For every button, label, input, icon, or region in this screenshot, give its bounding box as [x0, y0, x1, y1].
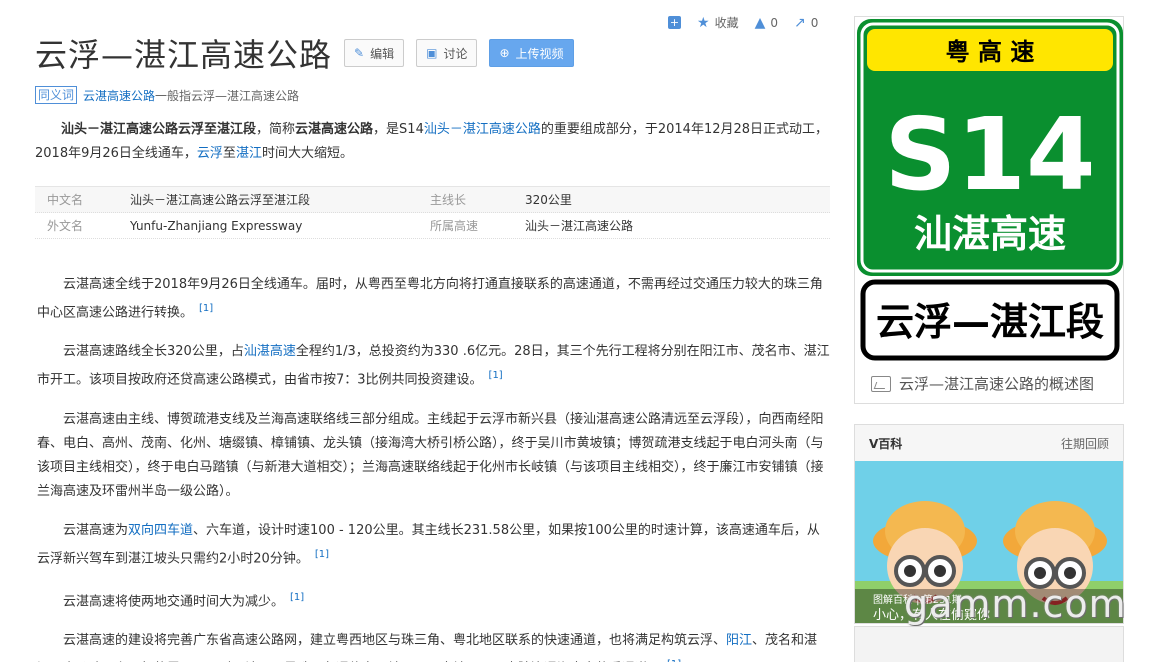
paragraph: 云湛高速路线全长320公里，占汕湛高速全程约1/3，总投资约为330 .6亿元。… [37, 340, 830, 392]
summary-text: 至 [222, 146, 236, 161]
citation-link[interactable]: [1] [199, 303, 213, 314]
summary-link[interactable]: 云浮 [197, 146, 223, 161]
image-icon [871, 375, 891, 392]
paragraph: 云湛高速全线于2018年9月26日全线通车。届时，从粤西至粤北方向将打通直接联系… [37, 273, 830, 325]
v-baike-title: V百科 [869, 436, 903, 451]
body-paragraphs: 云湛高速全线于2018年9月26日全线通车。届时，从粤西至粤北方向将打通直接联系… [35, 273, 830, 662]
add-circle-icon: ⊕ [499, 46, 510, 60]
sign-province-text: 粤 高 速 [946, 38, 1035, 66]
citation-link[interactable]: [1] [290, 592, 304, 603]
chat-icon: ▣ [426, 46, 438, 60]
title-row: 云浮—湛江高速公路 ✎ 编辑 ▣ 讨论 ⊕ 上传视频 [35, 30, 830, 76]
past-issues-link[interactable]: 往期回顾 [1061, 435, 1109, 452]
share-count: 0 [810, 15, 819, 30]
highway-sign-image: 粤 高 速 S14 汕湛高速 云浮—湛江段 [857, 19, 1123, 361]
top-action-bar: + ★ 收藏 ▲ 0 ↗ 0 [668, 14, 818, 31]
citation-link[interactable]: [1] [489, 370, 503, 381]
paragraph-link[interactable]: 阳江 [726, 633, 752, 648]
paragraph: 云湛高速将使两地交通时间大为减少。 [1] [37, 586, 830, 614]
upload-label: 上传视频 [515, 46, 564, 61]
synonym-link[interactable]: 云湛高速公路 [83, 89, 155, 103]
page-title: 云浮—湛江高速公路 [35, 36, 333, 74]
summary-link[interactable]: 汕头－湛江高速公路 [424, 122, 541, 137]
info-value: Yunfu-Zhanjiang Expressway [130, 218, 303, 233]
paragraph: 云湛高速由主线、博贺疏港支线及兰海高速联络线三部分组成。主线起于云浮市新兴县（接… [37, 408, 830, 504]
basic-info-table: 中文名 汕头－湛江高速公路云浮至湛江段 主线长 320公里 外文名 Yunfu-… [35, 186, 830, 239]
sign-code-text: S14 [884, 96, 1095, 213]
info-key: 中文名 [47, 193, 84, 207]
image-caption[interactable]: 云浮—湛江高速公路的概述图 [871, 373, 1094, 394]
paragraph-text: 云湛高速的建设将完善广东省高速公路网，建立粤西地区与珠三角、粤北地区联系的快速通… [63, 633, 727, 649]
edit-label: 编辑 [370, 46, 395, 61]
caption-text: 云浮—湛江高速公路的概述图 [899, 375, 1095, 393]
edit-button[interactable]: ✎ 编辑 [344, 39, 405, 67]
share-icon: ↗ [794, 14, 806, 31]
paragraph-text: 云湛高速全线于2018年9月26日全线通车。届时，从粤西至粤北方向将打通直接联系… [37, 277, 823, 321]
summary-bold-name: 汕头－湛江高速公路云浮至湛江段 [61, 122, 257, 137]
collect-button[interactable]: ★ 收藏 [697, 14, 739, 31]
info-row: 外文名 Yunfu-Zhanjiang Expressway 所属高速 汕头－湛… [35, 213, 830, 239]
info-value: 汕头－湛江高速公路 [525, 219, 634, 233]
pencil-icon: ✎ [354, 46, 365, 60]
like-count: 0 [770, 15, 778, 30]
paragraph-text: 云湛高速由主线、博贺疏港支线及兰海高速联络线三部分组成。主线起于云浮市新兴县（接… [37, 411, 824, 499]
thumbs-up-icon: ▲ [754, 14, 766, 31]
paragraph-link[interactable]: 双向四车道 [128, 523, 193, 538]
add-button[interactable]: + [668, 16, 681, 29]
v-baike-header: V百科 往期回顾 [855, 425, 1123, 461]
paragraph-text: 云湛高速为 [63, 522, 129, 538]
summary-image-box[interactable]: 粤 高 速 S14 汕湛高速 云浮—湛江段 云浮—湛江高速公路的概述图 [854, 16, 1124, 404]
share-button[interactable]: ↗ 0 [794, 15, 818, 31]
paragraph: 云湛高速为双向四车道、六车道，设计时速100 - 120公里。其主线长231.5… [37, 519, 830, 571]
info-value: 320公里 [525, 193, 572, 207]
info-key: 外文名 [47, 219, 84, 233]
plus-icon: + [668, 16, 681, 29]
citation-link[interactable]: [1] [315, 549, 329, 560]
synonym-row: 同义词 云湛高速公路一般指云浮—湛江高速公路 [35, 86, 830, 104]
main-content: 云浮—湛江高速公路 ✎ 编辑 ▣ 讨论 ⊕ 上传视频 同义词 云湛高速公路一般指… [35, 30, 830, 662]
synonym-tag: 同义词 [35, 86, 78, 104]
paragraph-text: 云湛高速路线全长320公里，占 [63, 344, 244, 360]
sidebar: 粤 高 速 S14 汕湛高速 云浮—湛江段 云浮—湛江高速公路的概述图 V百科 … [854, 16, 1124, 624]
upload-video-button[interactable]: ⊕ 上传视频 [489, 39, 574, 67]
info-key: 所属高速 [430, 219, 479, 233]
sign-section-text: 云浮—湛江段 [876, 300, 1104, 344]
info-row: 中文名 汕头－湛江高速公路云浮至湛江段 主线长 320公里 [35, 187, 830, 213]
star-icon: ★ [697, 14, 710, 31]
collect-label: 收藏 [714, 16, 739, 30]
ad-banner[interactable] [854, 626, 1124, 662]
like-button[interactable]: ▲ 0 [755, 15, 778, 31]
summary-text: ，简称 [256, 122, 296, 137]
info-value: 汕头－湛江高速公路云浮至湛江段 [130, 193, 311, 207]
paragraph-link[interactable]: 汕湛高速 [244, 344, 296, 359]
paragraph: 云湛高速的建设将完善广东省高速公路网，建立粤西地区与珠三角、粤北地区联系的快速通… [37, 629, 830, 662]
discuss-button[interactable]: ▣ 讨论 [416, 39, 478, 67]
summary-bold-short: 云湛高速公路 [295, 122, 374, 137]
summary-text: ，是S14 [373, 122, 424, 137]
info-key: 主线长 [430, 193, 467, 207]
watermark-logo: gamm.com [904, 582, 1127, 626]
sign-name-text: 汕湛高速 [914, 212, 1066, 256]
synonym-text: 一般指云浮—湛江高速公路 [155, 88, 300, 103]
discuss-label: 讨论 [443, 46, 468, 61]
paragraph-text: 云湛高速将使两地交通时间大为减少。 [63, 594, 285, 610]
summary-text: 时间大大缩短。 [261, 146, 353, 161]
summary-link[interactable]: 湛江 [236, 146, 262, 161]
summary-paragraph: 汕头－湛江高速公路云浮至湛江段，简称云湛高速公路，是S14汕头－湛江高速公路的重… [35, 118, 830, 166]
